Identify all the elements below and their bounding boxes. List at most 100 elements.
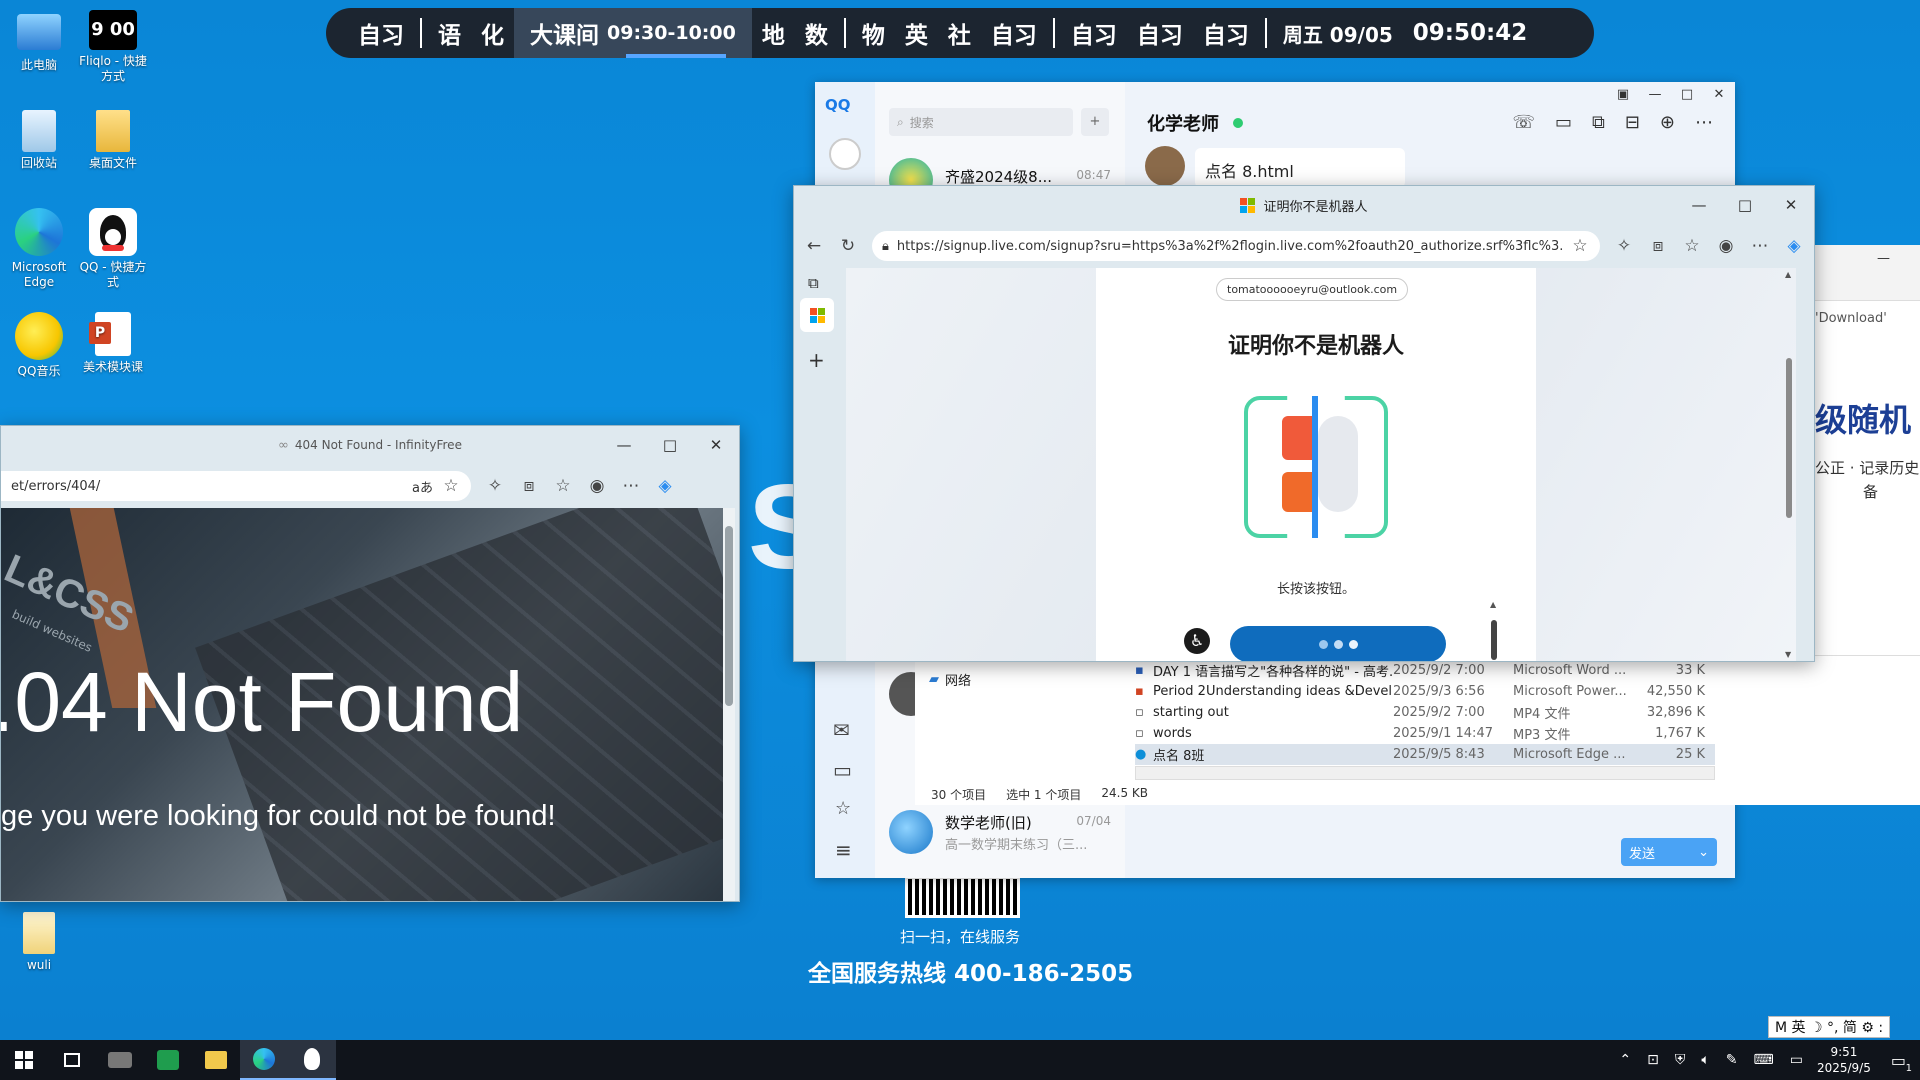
desktop-icon-qqmusic[interactable]: QQ音乐 xyxy=(0,312,78,379)
refresh-icon[interactable]: ↻ xyxy=(838,236,858,256)
desktop-icon-label: 此电脑 xyxy=(20,58,57,72)
avatar xyxy=(1145,146,1185,186)
desktop-icon-wuli[interactable]: wuli xyxy=(0,912,78,973)
vertical-scrollbar[interactable]: ▲ ▼ xyxy=(1782,268,1796,661)
back-icon[interactable]: ← xyxy=(804,236,824,256)
taskbar-app-1[interactable] xyxy=(96,1040,144,1080)
close-icon[interactable]: ✕ xyxy=(693,426,739,464)
phone-icon[interactable]: ☏ xyxy=(1512,112,1535,133)
video-call-icon[interactable]: ▭ xyxy=(1555,112,1572,133)
maximize-icon[interactable]: □ xyxy=(1671,82,1703,108)
remote-desktop-icon[interactable]: ⊟ xyxy=(1625,112,1640,133)
favorites-icon[interactable]: ☆ xyxy=(553,476,573,496)
system-tray: ⌃ ⊡ ⛨ 🔈︎ ✎ ⌨ ▭ xyxy=(1619,1052,1803,1068)
mail-icon[interactable]: ✉ xyxy=(833,718,850,742)
table-row[interactable]: ▫ words 2025/9/1 14:47 MP3 文件 1,767 K xyxy=(1135,723,1715,744)
menu-icon[interactable]: ≡ xyxy=(835,838,852,862)
start-button[interactable] xyxy=(0,1040,48,1080)
table-row[interactable]: ▪ Period 2Understanding ideas &Devel... … xyxy=(1135,681,1715,702)
accessibility-icon[interactable]: ♿︎ xyxy=(1184,628,1210,654)
copilot-vision-icon[interactable]: ✧ xyxy=(485,476,505,496)
minimize-icon[interactable]: — xyxy=(1676,186,1722,224)
schedule-item: 自习 xyxy=(1070,23,1117,49)
copilot-icon[interactable]: ◈ xyxy=(1784,236,1804,256)
bookmark-icon[interactable]: ☆ xyxy=(835,798,851,819)
notification-button[interactable]: ▭ 1 xyxy=(1891,1051,1912,1074)
nav-pane-item-network[interactable]: ▰ 网络 xyxy=(929,670,971,689)
copilot-vision-icon[interactable]: ✧ xyxy=(1614,236,1634,256)
captcha-scrollbar[interactable]: ▲ xyxy=(1490,600,1498,660)
maximize-icon[interactable]: □ xyxy=(1722,186,1768,224)
desktop-icon-fliqlo[interactable]: 9 00 Fliqlo - 快捷方式 xyxy=(74,10,152,84)
add-button[interactable]: + xyxy=(1081,108,1109,136)
new-tab-icon[interactable]: + xyxy=(808,348,825,372)
chevron-down-icon[interactable]: ⌄ xyxy=(1698,845,1709,860)
more-icon[interactable]: ⋯ xyxy=(1750,236,1770,256)
folder-icon[interactable]: ▭ xyxy=(833,758,852,782)
table-row[interactable]: ▪ DAY 1 语言描写之"各种各样的说" - 高考... 2025/9/2 7… xyxy=(1135,660,1715,681)
profile-icon[interactable]: ◉ xyxy=(587,476,607,496)
extensions-icon[interactable]: ⧈ xyxy=(519,476,539,496)
close-icon[interactable]: ✕ xyxy=(1768,186,1814,224)
keyboard-icon[interactable]: ⌨ xyxy=(1754,1052,1774,1068)
copilot-icon[interactable]: ◈ xyxy=(655,476,675,496)
read-aloud-icon[interactable]: aあ xyxy=(412,477,433,496)
vertical-scrollbar[interactable] xyxy=(723,508,735,901)
avatar[interactable] xyxy=(829,138,861,170)
avatar xyxy=(889,810,933,854)
minimize-icon[interactable]: — xyxy=(1877,251,1890,266)
search-placeholder: 搜索 xyxy=(909,115,934,130)
desktop-icon-this-pc[interactable]: 此电脑 xyxy=(0,10,78,73)
address-bar[interactable]: et/errors/404/ aあ ☆ xyxy=(1,471,471,501)
table-row[interactable]: ▫ starting out 2025/9/2 7:00 MP4 文件 32,8… xyxy=(1135,702,1715,723)
desktop-icon-edge[interactable]: Microsoft Edge xyxy=(0,208,78,290)
extensions-icon[interactable]: ⧈ xyxy=(1648,236,1668,256)
minimize-icon[interactable]: — xyxy=(1639,82,1671,108)
pen-icon[interactable]: ✎ xyxy=(1726,1052,1738,1068)
desktop-icon-recycle-bin[interactable]: 回收站 xyxy=(0,110,78,171)
taskbar-file-explorer[interactable] xyxy=(192,1040,240,1080)
clock[interactable]: 9:51 2025/9/5 xyxy=(1817,1044,1871,1076)
press-and-hold-button[interactable] xyxy=(1230,626,1446,661)
edge-file-icon: ● xyxy=(1135,747,1147,762)
close-icon[interactable]: ✕ xyxy=(1703,82,1735,108)
desktop-icon-art-course[interactable]: P 美术模块课 xyxy=(74,312,152,375)
qq-penguin-icon xyxy=(89,208,137,256)
desktop-icon-label: Microsoft Edge xyxy=(11,260,67,289)
table-row-selected[interactable]: ● 点名 8班 2025/9/5 8:43 Microsoft Edge ...… xyxy=(1135,744,1715,765)
folder-icon xyxy=(96,110,130,152)
taskbar-app-2[interactable] xyxy=(144,1040,192,1080)
volume-icon[interactable]: 🔈︎ xyxy=(1701,1052,1709,1068)
horizontal-scrollbar[interactable] xyxy=(1135,766,1715,780)
address-bar[interactable]: 🔒︎ https://signup.live.com/signup?sru=ht… xyxy=(872,231,1600,261)
favorite-star-icon[interactable]: ☆ xyxy=(441,476,461,496)
send-button[interactable]: 发送 ⌄ xyxy=(1621,838,1717,866)
display-icon[interactable]: ▭ xyxy=(1790,1052,1803,1068)
taskbar-qq[interactable] xyxy=(288,1040,336,1080)
taskbar-edge[interactable] xyxy=(240,1040,288,1080)
file-message[interactable]: 点名 8.html xyxy=(1195,148,1405,188)
profile-icon[interactable]: ◉ xyxy=(1716,236,1736,256)
list-item[interactable]: 数学老师(旧) 07/04 高一数学期末练习（三... xyxy=(875,810,1125,866)
desktop-icon-qq[interactable]: QQ - 快捷方式 xyxy=(74,208,152,290)
pin-icon[interactable]: ▣ xyxy=(1607,82,1639,108)
network-icon[interactable]: ⊡ xyxy=(1647,1052,1659,1068)
selected-count: 选中 1 个项目 xyxy=(1006,788,1082,802)
search-input[interactable]: ⌕ 搜索 xyxy=(889,108,1073,136)
chevron-up-icon[interactable]: ⌃ xyxy=(1619,1052,1631,1068)
add-member-icon[interactable]: ⊕ xyxy=(1660,112,1675,133)
more-icon[interactable]: ⋯ xyxy=(621,476,641,496)
more-icon[interactable]: ⋯ xyxy=(1695,112,1713,133)
security-icon[interactable]: ⛨ xyxy=(1675,1052,1686,1068)
ime-toolbar[interactable]: M 英 ☽ °, 简 ⚙ : xyxy=(1768,1016,1891,1038)
desktop-icon-desktop-files[interactable]: 桌面文件 xyxy=(74,110,152,171)
tab-microsoft[interactable] xyxy=(800,298,834,332)
favorites-icon[interactable]: ☆ xyxy=(1682,236,1702,256)
screen-share-icon[interactable]: ⧉ xyxy=(1592,112,1605,133)
favorite-star-icon[interactable]: ☆ xyxy=(1570,236,1590,256)
edge-icon xyxy=(253,1048,275,1070)
task-view-button[interactable] xyxy=(48,1040,96,1080)
minimize-icon[interactable]: — xyxy=(601,426,647,464)
maximize-icon[interactable]: □ xyxy=(647,426,693,464)
tab-actions-icon[interactable]: ⧉ xyxy=(808,274,819,292)
